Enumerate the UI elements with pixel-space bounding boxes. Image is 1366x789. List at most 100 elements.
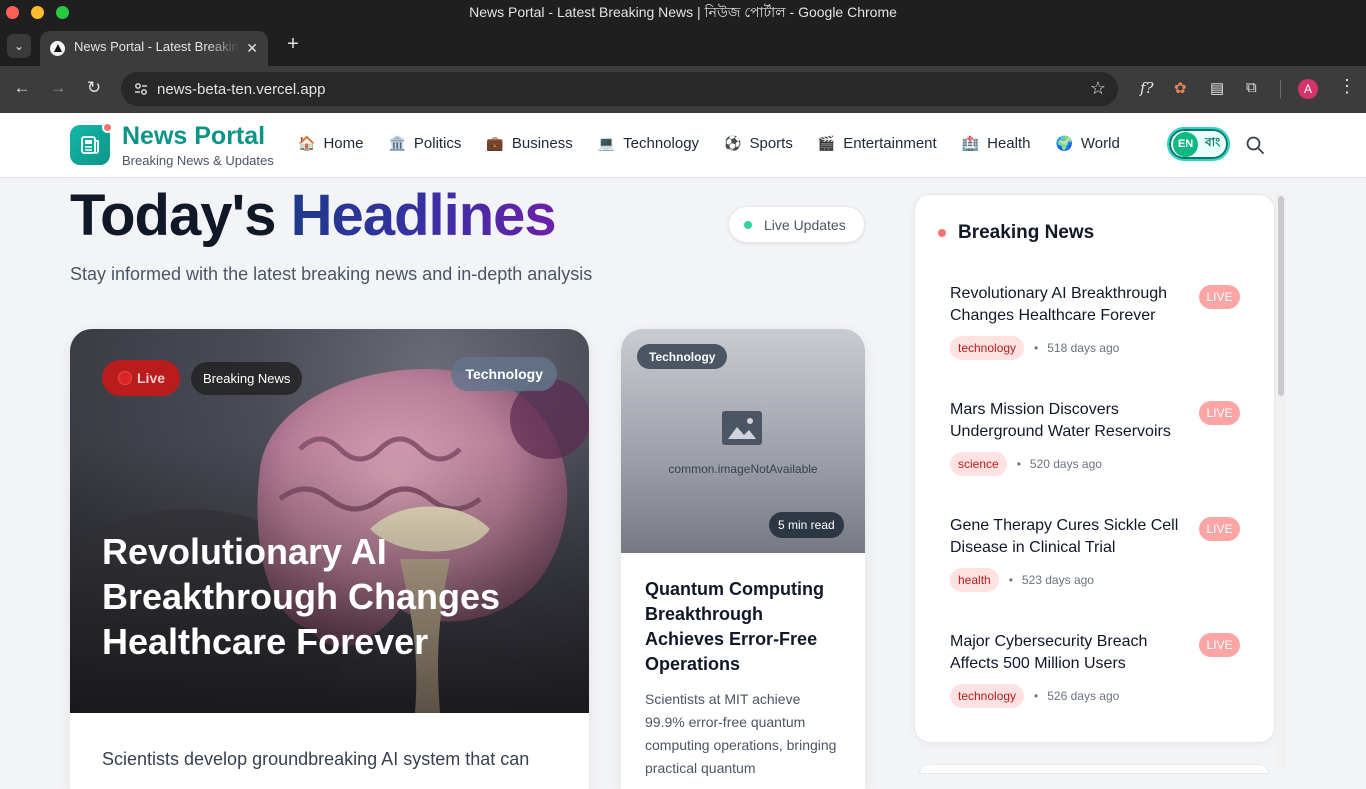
category-badge[interactable]: health bbox=[950, 568, 999, 592]
maximize-window-button[interactable] bbox=[56, 6, 69, 19]
breaking-news-item[interactable]: Revolutionary AI Breakthrough Changes He… bbox=[950, 283, 1240, 360]
item-meta: science • 520 days ago bbox=[950, 452, 1240, 476]
lang-en-option[interactable]: EN bbox=[1173, 131, 1198, 157]
window-title: News Portal - Latest Breaking News | নিউ… bbox=[469, 3, 897, 20]
breaking-news-item[interactable]: Mars Mission Discovers Underground Water… bbox=[950, 399, 1240, 476]
browser-toolbar: ← → ↻ news-beta-ten.vercel.app ☆ f? ✿ ▤ … bbox=[0, 66, 1366, 113]
category-tag[interactable]: Technology bbox=[451, 357, 557, 391]
nav-item-technology[interactable]: 💻 Technology bbox=[598, 135, 699, 152]
tab-search-button[interactable]: ⌄ bbox=[7, 34, 31, 58]
font-extension-icon[interactable]: f? bbox=[1140, 79, 1154, 97]
hospital-icon: 🏥 bbox=[961, 135, 980, 151]
breaking-news-title[interactable]: Gene Therapy Cures Sickle Cell Disease i… bbox=[950, 515, 1190, 559]
live-badge: LIVE bbox=[1199, 633, 1240, 657]
clapperboard-icon: 🎬 bbox=[817, 135, 836, 151]
article-title[interactable]: Quantum Computing Breakthrough Achieves … bbox=[645, 577, 845, 677]
item-meta: technology • 526 days ago bbox=[950, 684, 1240, 708]
back-arrow-icon[interactable]: ← bbox=[10, 78, 34, 98]
breaking-dot-icon bbox=[938, 229, 946, 237]
page-headline: Today's Headlines bbox=[70, 180, 557, 252]
category-badge[interactable]: science bbox=[950, 452, 1007, 476]
search-icon[interactable] bbox=[1245, 135, 1265, 155]
bookmark-star-icon[interactable]: ☆ bbox=[1090, 78, 1106, 99]
lang-bn-option[interactable]: বাং bbox=[1205, 134, 1220, 154]
profile-avatar[interactable]: A bbox=[1298, 79, 1318, 99]
breaking-news-item[interactable]: Gene Therapy Cures Sickle Cell Disease i… bbox=[950, 515, 1240, 592]
nav-item-entertainment[interactable]: 🎬 Entertainment bbox=[818, 135, 937, 152]
breaking-news-title[interactable]: Revolutionary AI Breakthrough Changes He… bbox=[950, 283, 1190, 327]
next-sidebar-panel bbox=[919, 764, 1269, 774]
sidebar-scrollbar-thumb[interactable] bbox=[1278, 196, 1284, 396]
nav-label: Sports bbox=[749, 135, 793, 152]
reload-icon[interactable]: ↻ bbox=[82, 78, 106, 98]
nav-item-home[interactable]: 🏠 Home bbox=[298, 135, 363, 152]
briefcase-icon: 💼 bbox=[486, 135, 504, 151]
image-unavailable-text: common.imageNotAvailable bbox=[668, 462, 818, 476]
live-dot-icon bbox=[118, 371, 132, 385]
extensions-puzzle-icon[interactable]: ⧉ bbox=[1246, 79, 1257, 96]
nav-item-health[interactable]: 🏥 Health bbox=[962, 135, 1031, 152]
forward-arrow-icon[interactable]: → bbox=[46, 78, 70, 98]
nav-label: World bbox=[1080, 135, 1120, 152]
nav-item-business[interactable]: 💼 Business bbox=[486, 135, 572, 152]
headline-part1: Today's bbox=[70, 183, 291, 248]
breaking-news-title[interactable]: Major Cybersecurity Breach Affects 500 M… bbox=[950, 631, 1190, 675]
live-status-dot bbox=[744, 220, 752, 229]
tab-title: News Portal - Latest Breaking News | নিউ… bbox=[74, 39, 240, 54]
category-badge[interactable]: technology bbox=[950, 336, 1025, 360]
window-controls bbox=[6, 6, 69, 19]
nav-label: Entertainment bbox=[843, 135, 937, 152]
sidebar-title: Breaking News bbox=[958, 222, 1095, 243]
meta-separator: • bbox=[1034, 341, 1039, 355]
live-tag: Live bbox=[102, 360, 181, 396]
minimize-window-button[interactable] bbox=[31, 6, 44, 19]
brand-title[interactable]: News Portal bbox=[122, 122, 265, 151]
page-subtitle: Stay informed with the latest breaking n… bbox=[70, 264, 593, 284]
category-badge[interactable]: technology bbox=[950, 684, 1025, 708]
url-text: news-beta-ten.vercel.app bbox=[157, 80, 326, 98]
site-settings-icon[interactable] bbox=[134, 82, 148, 96]
meta-separator: • bbox=[1034, 689, 1039, 703]
cookie-extension-icon[interactable]: ✿ bbox=[1174, 79, 1187, 97]
meta-separator: • bbox=[1016, 457, 1021, 471]
category-tag[interactable]: Technology bbox=[637, 344, 728, 369]
breaking-news-sidebar: Breaking News Revolutionary AI Breakthro… bbox=[914, 194, 1275, 743]
hero-title[interactable]: Revolutionary AI Breakthrough Changes He… bbox=[102, 529, 562, 664]
chrome-menu-icon[interactable]: ⋮ bbox=[1338, 76, 1356, 97]
live-updates-label: Live Updates bbox=[764, 216, 846, 233]
nav-item-sports[interactable]: ⚽ Sports bbox=[724, 135, 793, 152]
browser-tab-active[interactable]: News Portal - Latest Breaking News | নিউ… bbox=[40, 31, 268, 66]
window-titlebar: News Portal - Latest Breaking News | নিউ… bbox=[0, 0, 1366, 25]
site-header: News Portal Breaking News & Updates 🏠 Hom… bbox=[0, 113, 1366, 178]
newspaper-icon bbox=[81, 136, 99, 154]
item-meta: health • 523 days ago bbox=[950, 568, 1240, 592]
meta-separator: • bbox=[1008, 573, 1013, 587]
nav-item-politics[interactable]: 🏛️ Politics bbox=[388, 135, 461, 152]
tab-strip: ⌄ News Portal - Latest Breaking News | ন… bbox=[0, 25, 1366, 66]
live-badge: LIVE bbox=[1199, 285, 1240, 309]
read-time-badge: 5 min read bbox=[769, 512, 844, 538]
new-tab-button[interactable]: + bbox=[283, 33, 303, 56]
breaking-news-item[interactable]: Major Cybersecurity Breach Affects 500 M… bbox=[950, 631, 1240, 708]
printer-extension-icon[interactable]: ▤ bbox=[1210, 79, 1224, 97]
close-tab-icon[interactable]: ✕ bbox=[246, 40, 258, 57]
globe-icon: 🌍 bbox=[1055, 135, 1073, 151]
main-nav: 🏠 Home 🏛️ Politics 💼 Business 💻 Technology ⚽… bbox=[298, 135, 1145, 152]
brand-subtitle: Breaking News & Updates bbox=[122, 153, 274, 168]
item-age: 526 days ago bbox=[1047, 689, 1120, 703]
live-badge: LIVE bbox=[1199, 401, 1240, 425]
hero-excerpt: Scientists develop groundbreaking AI sys… bbox=[102, 749, 530, 769]
vercel-favicon-icon bbox=[50, 41, 65, 56]
item-age: 523 days ago bbox=[1021, 573, 1094, 587]
close-window-button[interactable] bbox=[6, 6, 19, 19]
nav-item-world[interactable]: 🌍 World bbox=[1055, 135, 1119, 152]
language-toggle[interactable]: EN বাং bbox=[1167, 127, 1230, 161]
article-excerpt: Scientists at MIT achieve 99.9% error-fr… bbox=[645, 691, 837, 776]
address-bar[interactable]: news-beta-ten.vercel.app ☆ bbox=[121, 72, 1118, 106]
hero-article-card[interactable]: Live Breaking News Technology Revolution… bbox=[70, 329, 589, 789]
headline-part2: Headlines bbox=[290, 183, 557, 248]
government-building-icon: 🏛️ bbox=[388, 135, 406, 151]
article-card[interactable]: Technology common.imageNotAvailable 5 mi… bbox=[621, 329, 865, 789]
live-updates-badge[interactable]: Live Updates bbox=[728, 206, 865, 243]
breaking-news-title[interactable]: Mars Mission Discovers Underground Water… bbox=[950, 399, 1190, 443]
